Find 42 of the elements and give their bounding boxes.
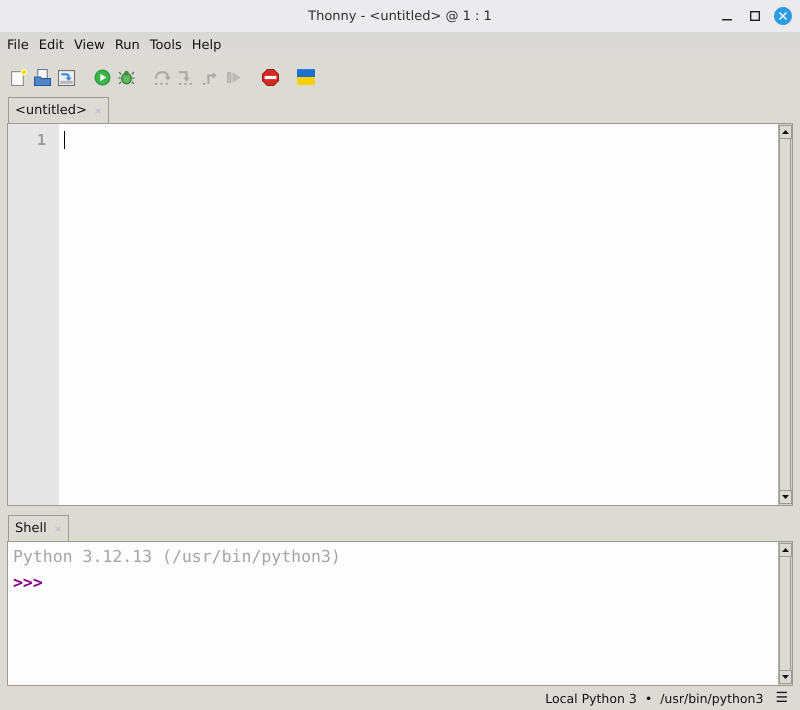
triangle-down-icon [782, 495, 789, 499]
menu-item[interactable]: Run [110, 36, 145, 54]
scrollbar[interactable] [778, 124, 792, 505]
scroll-up-button[interactable] [779, 125, 792, 139]
triangle-up-icon [782, 130, 789, 134]
interpreter-path[interactable]: /usr/bin/python3 [660, 690, 764, 706]
close-button[interactable] [774, 7, 792, 25]
close-icon [54, 526, 61, 532]
play-circle-icon [94, 68, 110, 86]
shell-prompt: >>> [13, 572, 43, 594]
scrollbar-thumb[interactable] [779, 557, 791, 670]
separator-dot: • [644, 690, 652, 706]
minimize-icon [722, 19, 732, 21]
curved-arrow-icon [154, 68, 170, 86]
flag-icon [297, 68, 315, 86]
bent-arrow-icon [178, 68, 194, 86]
menu-item[interactable]: Edit [34, 36, 69, 54]
scrollbar[interactable] [778, 542, 792, 685]
shell-output: Python 3.12.13 (/usr/bin/python3) [13, 546, 341, 568]
folder-document-icon [34, 68, 50, 86]
close-icon [94, 108, 101, 114]
editor-tab[interactable]: <untitled> [8, 97, 109, 123]
maximize-icon [750, 11, 760, 21]
menu-item[interactable]: File [2, 36, 34, 54]
bug-icon [118, 68, 134, 86]
window-title: Thonny - <untitled> @ 1 : 1 [308, 8, 492, 24]
menu-item[interactable]: Tools [144, 36, 187, 54]
scroll-down-button[interactable] [779, 490, 792, 504]
scroll-up-button[interactable] [779, 543, 792, 557]
line-number: 1 [36, 130, 46, 151]
page-sparkle-icon [10, 68, 26, 86]
triangle-up-icon [782, 548, 789, 552]
interpreter-label[interactable]: Local Python 3 [545, 690, 637, 706]
menu-button[interactable]: ☰ [773, 690, 790, 706]
shell-tab[interactable]: Shell [8, 515, 69, 541]
menu-item[interactable]: View [68, 36, 110, 54]
close-icon [779, 12, 787, 20]
menu-item[interactable]: Help [186, 36, 226, 54]
stop-sign-icon [262, 68, 278, 86]
scroll-down-button[interactable] [779, 670, 792, 684]
scrollbar-thumb[interactable] [779, 139, 791, 490]
triangle-down-icon [782, 675, 789, 679]
